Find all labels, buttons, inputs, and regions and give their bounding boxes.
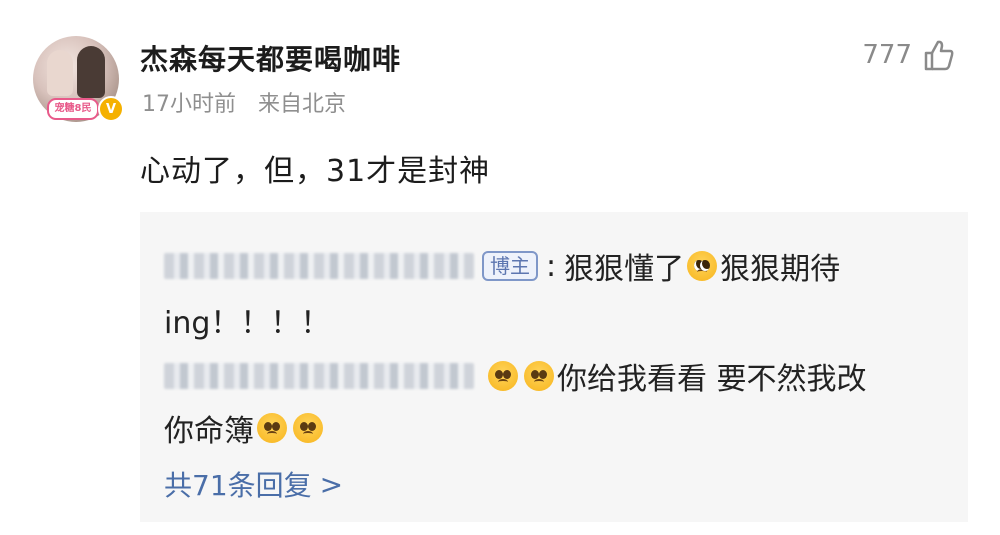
author-tag: 博主 [482, 251, 538, 281]
reply-line: 你命簿 [164, 406, 326, 450]
reply-text: 狠狠懂了 [564, 252, 685, 287]
more-replies-link[interactable]: 共71条回复 > [164, 464, 343, 504]
post-content: 心动了，但，31才是封神 [140, 154, 491, 189]
sad-face-icon [524, 361, 554, 391]
sad-face-icon [257, 413, 287, 443]
reply-text: 你给我看看 要不然我改 [557, 362, 867, 397]
avatar-figure-left [47, 50, 73, 96]
avatar-figure-right [77, 46, 105, 98]
pleading-face-icon [687, 251, 718, 281]
blurred-author-name[interactable] [164, 253, 474, 279]
reply-text: 你命簿 [164, 414, 254, 449]
chevron-right-icon: > [319, 467, 344, 501]
reply-line: 博主 : 狠狠懂了 狠狠期待 [164, 244, 840, 288]
reply-line: ing！！！！ [164, 298, 330, 342]
more-replies-label: 共71条回复 [164, 469, 312, 502]
sad-face-icon [488, 361, 518, 391]
reply-text: 狠狠期待 [720, 252, 841, 287]
post-meta: 17小时前 来自北京 [142, 86, 346, 118]
username[interactable]: 杰森每天都要喝咖啡 [140, 38, 401, 78]
verified-badge-icon: V [98, 96, 124, 122]
avatar-tag: 宠糖8民 [47, 98, 99, 120]
reply-line: 你给我看看 要不然我改 [164, 354, 867, 398]
sad-face-icon [293, 413, 323, 443]
thumbs-up-icon[interactable] [922, 38, 956, 72]
reply-separator: : [546, 248, 557, 284]
post-source: 来自北京 [258, 92, 347, 117]
like-button[interactable]: 777 [862, 38, 956, 72]
like-count: 777 [862, 40, 912, 70]
reply-preview-box[interactable]: 博主 : 狠狠懂了 狠狠期待 ing！！！！ 你给我看看 要不然我改 你命簿 共… [140, 212, 968, 522]
reply-text: ing！！！！ [164, 306, 331, 341]
post-time: 17小时前 [142, 92, 236, 117]
blurred-author-name[interactable] [164, 363, 474, 389]
